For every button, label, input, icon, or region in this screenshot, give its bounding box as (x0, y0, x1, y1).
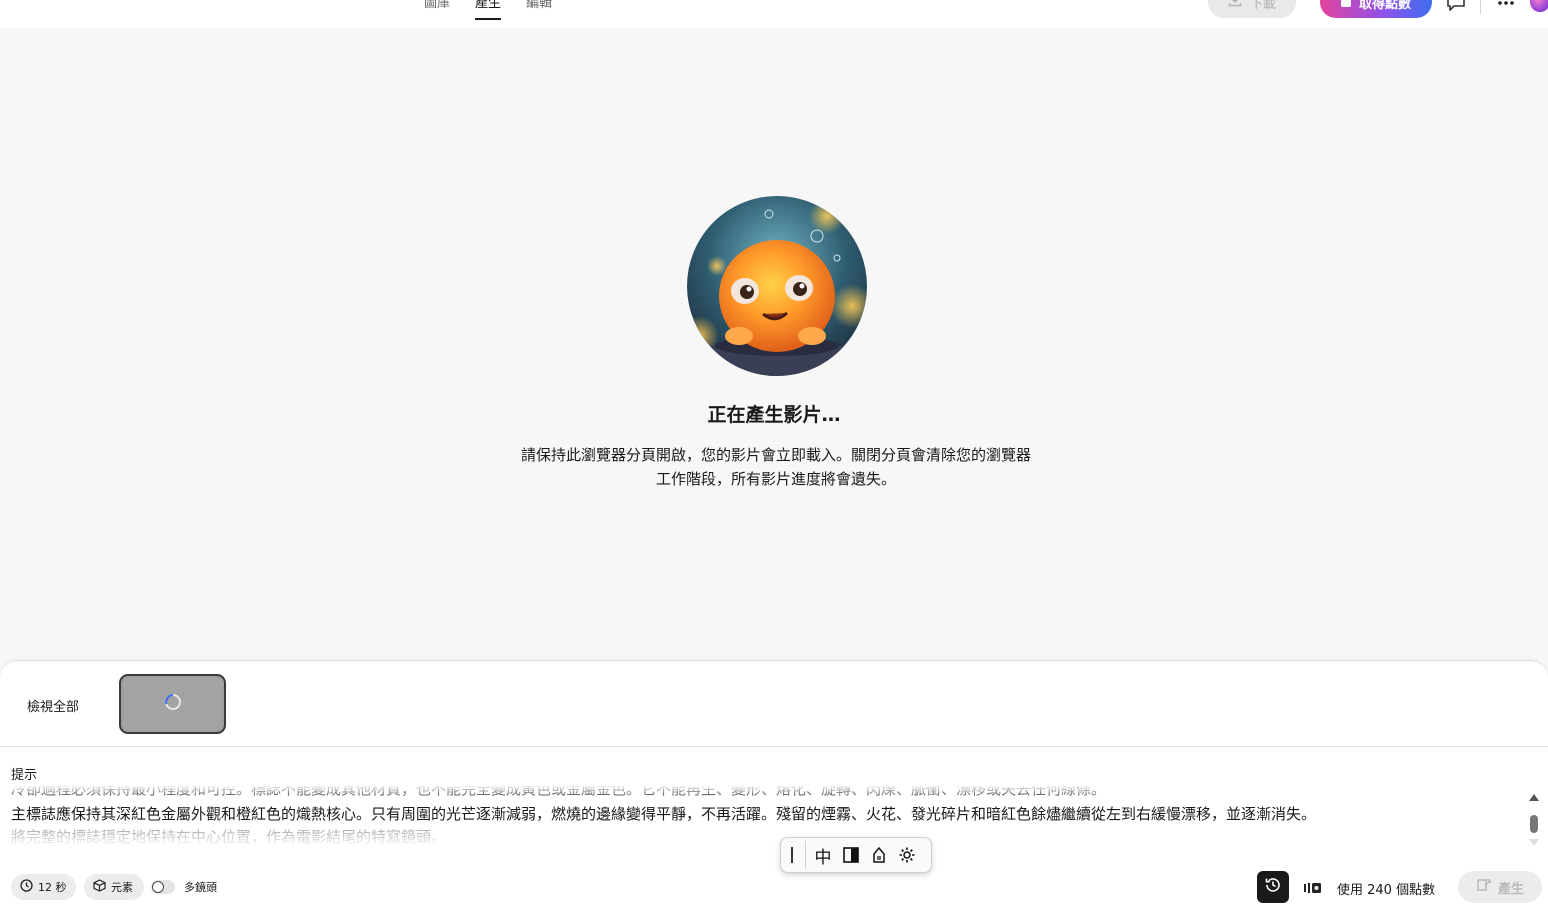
ime-toolbar: 中 (780, 837, 932, 873)
view-all-button[interactable]: 檢視全部 (27, 696, 79, 715)
elements-chip[interactable]: 元素 (84, 874, 144, 900)
header-divider (1480, 0, 1481, 14)
prompt-textarea[interactable]: 冷卻過程必須保持最小程度和可控。標誌不能變成其他材質，也不能完全變成黃色或金屬金… (11, 786, 1511, 846)
generate-label: 產生 (1497, 881, 1524, 897)
ime-mode-toggle[interactable]: 中 (812, 843, 834, 868)
download-button[interactable]: 下載 (1208, 0, 1296, 18)
scroll-down-arrow-icon[interactable] (1529, 839, 1539, 846)
cube-icon (93, 879, 106, 895)
toggle-knob (152, 881, 164, 893)
download-icon (1228, 0, 1242, 11)
account-avatar[interactable] (1530, 0, 1548, 12)
settings-gear-icon[interactable] (896, 844, 918, 866)
tab-generate[interactable]: 產生 (475, 0, 502, 26)
comment-icon[interactable] (1446, 0, 1466, 12)
tab-edit[interactable]: 編輯 (526, 0, 552, 26)
prompt-line: 主標誌應保持其深紅色金屬外觀和橙紅色的熾熱核心。只有周圍的光芒逐漸減弱，燃燒的邊… (11, 805, 1317, 823)
duration-chip[interactable]: 12 秒 (11, 874, 76, 900)
generation-thumbnail[interactable] (119, 674, 226, 734)
generate-icon (1476, 877, 1492, 897)
clock-icon (20, 879, 33, 895)
loading-description-line2: 工作階段，所有影片進度將會遺失。 (655, 470, 896, 488)
duration-label: 12 秒 (38, 881, 67, 894)
loading-title: 正在產生影片… (707, 404, 841, 426)
scroll-up-arrow-icon[interactable] (1529, 794, 1539, 801)
top-bar: 圖庫 產生 編輯 下載 取得點數 (0, 0, 1548, 28)
half-full-width-icon[interactable] (840, 844, 862, 866)
loading-description-line1: 請保持此瀏覽器分頁開啟，您的影片會立即載入。關閉分頁會清除您的瀏覽器 (520, 446, 1031, 464)
generate-button[interactable]: 產生 (1458, 871, 1542, 903)
points-icon (1340, 0, 1351, 7)
get-points-label: 取得點數 (1358, 0, 1411, 12)
scrollbar-thumb[interactable] (1530, 815, 1538, 833)
main-tabs: 圖庫 產生 編輯 (424, 0, 552, 26)
apps-grid-icon[interactable] (1497, 0, 1517, 12)
get-points-button[interactable]: 取得點數 (1320, 0, 1432, 18)
history-icon (1264, 876, 1282, 898)
prompt-label: 提示 (11, 768, 38, 783)
download-label: 下載 (1249, 0, 1276, 12)
ime-drag-handle[interactable] (791, 847, 793, 863)
prompt-line: 將完整的標誌穩定地保持在中心位置，作為電影結尾的特寫鏡頭。 (11, 828, 447, 846)
multishot-toggle[interactable] (151, 880, 175, 894)
loading-mascot-image (687, 196, 867, 376)
panel-divider (0, 746, 1548, 747)
loading-description: 請保持此瀏覽器分頁開啟，您的影片會立即載入。關閉分頁會清除您的瀏覽器 工作階段，… (500, 443, 1052, 491)
elements-label: 元素 (111, 881, 133, 894)
video-credits-icon (1304, 880, 1322, 894)
handwriting-icon[interactable] (868, 844, 890, 866)
history-button[interactable] (1257, 871, 1289, 903)
prompt-line: 冷卻過程必須保持最小程度和可控。標誌不能變成其他材質，也不能完全變成黃色或金屬金… (11, 786, 1107, 798)
multishot-label: 多鏡頭 (184, 881, 217, 894)
ime-separator (805, 841, 806, 869)
points-cost-label: 使用 240 個點數 (1337, 883, 1436, 898)
prompt-panel: 檢視全部 提示 冷卻過程必須保持最小程度和可控。標誌不能變成其他材質，也不能完全… (0, 660, 1548, 911)
loading-spinner-icon (164, 693, 182, 715)
tab-gallery[interactable]: 圖庫 (424, 0, 450, 26)
